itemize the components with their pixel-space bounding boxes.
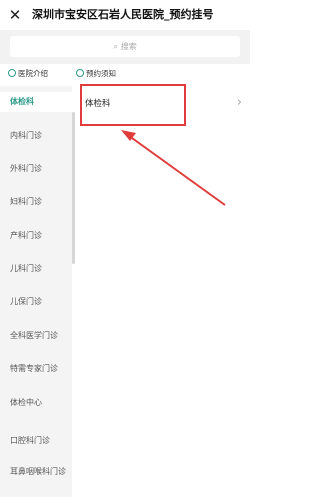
annotation-arrow: [121, 130, 226, 206]
